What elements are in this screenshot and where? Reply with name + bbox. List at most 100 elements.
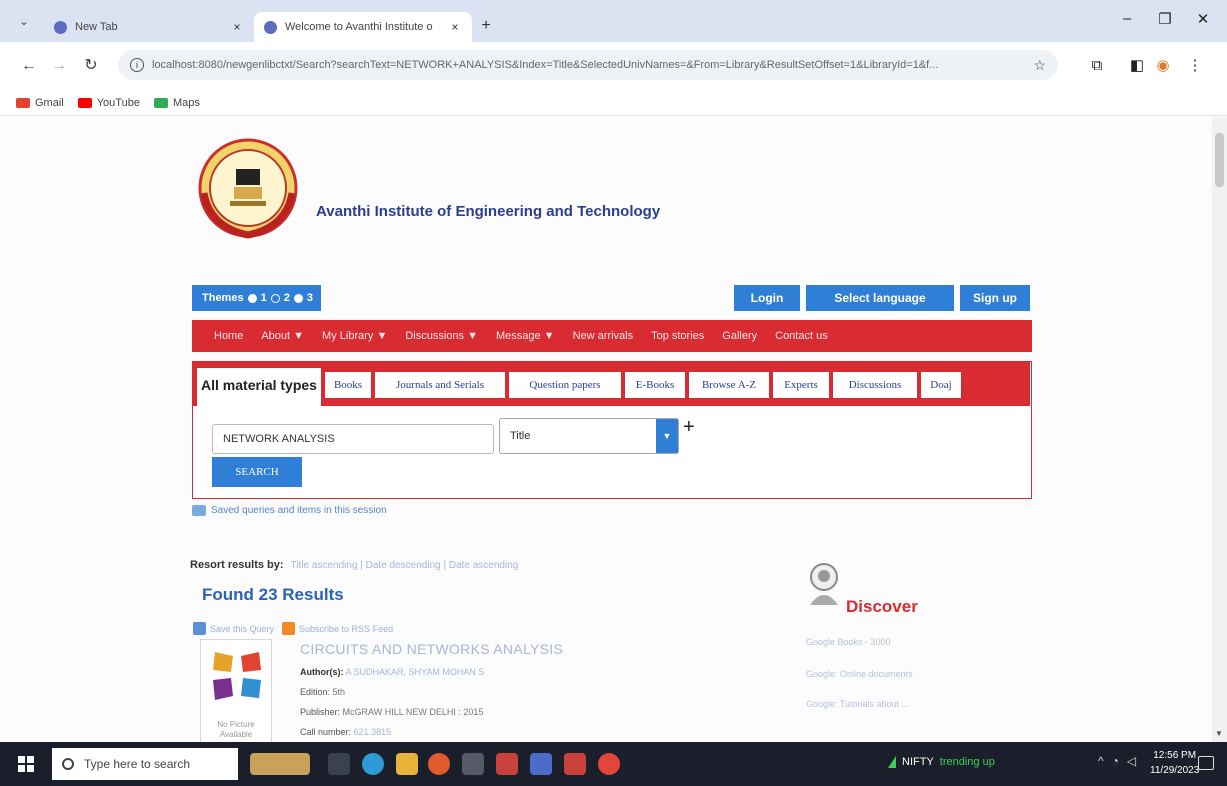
tab-question-papers[interactable]: Question papers — [509, 372, 621, 398]
firefox-icon[interactable] — [428, 753, 450, 775]
maps-icon — [153, 97, 168, 108]
index-select[interactable]: Title ▼ — [499, 418, 679, 454]
nifty-label: NIFTY — [902, 756, 934, 768]
nav-discussions[interactable]: Discussions ▼ — [405, 330, 478, 342]
theme-option-label: 3 — [306, 292, 313, 304]
discover-link[interactable]: Google: Online documents — [806, 669, 913, 679]
themes-switcher[interactable]: Themes 1 2 3 — [192, 285, 321, 311]
speaker-icon[interactable]: ◁ — [1127, 754, 1136, 768]
subscribe-rss-link[interactable]: Subscribe to RSS Feed — [299, 624, 393, 634]
resort-options[interactable]: Title ascending | Date descending | Date… — [291, 560, 519, 571]
minimize-button[interactable]: – — [1112, 10, 1142, 27]
windows-start-icon[interactable] — [18, 756, 34, 772]
close-tab-icon[interactable]: × — [230, 20, 244, 34]
java-app-icon-2[interactable] — [564, 753, 586, 775]
tab-journals-serials[interactable]: Journals and Serials — [375, 372, 505, 398]
chevron-up-icon[interactable]: ^ — [1098, 754, 1104, 768]
nav-top-stories[interactable]: Top stories — [651, 330, 704, 342]
discover-link[interactable]: Google Books - 3000 — [806, 637, 891, 647]
result-publisher: Publisher: McGRAW HILL NEW DELHI : 2015 — [300, 707, 483, 717]
nav-home[interactable]: Home — [214, 330, 243, 342]
address-bar[interactable]: i localhost:8080/newgenlibctxt/Search?se… — [118, 50, 1058, 80]
rss-icon[interactable] — [282, 622, 296, 635]
author-value[interactable]: A SUDHAKAR, SHYAM MOHAN S — [346, 667, 485, 677]
save-query-link[interactable]: Save this Query — [210, 624, 274, 634]
network-icon[interactable]: ◔ — [1112, 754, 1119, 768]
close-window-button[interactable]: ✕ — [1188, 10, 1218, 28]
browser-toolbar: ← → ↻ i localhost:8080/newgenlibctxt/Sea… — [0, 42, 1227, 90]
profile-avatar-icon[interactable]: ◉ — [1152, 55, 1174, 77]
close-tab-icon[interactable]: × — [448, 20, 462, 34]
index-select-value: Title — [510, 430, 531, 442]
new-tab-button[interactable]: + — [476, 16, 496, 36]
tab-doaj[interactable]: Doaj — [921, 372, 961, 398]
scroll-down-arrow-icon[interactable]: ▼ — [1215, 729, 1223, 738]
chevron-down-icon[interactable]: ▼ — [656, 419, 678, 453]
task-view-icon[interactable] — [328, 753, 350, 775]
web-page: Avanthi Institute of Engineering and Tec… — [0, 117, 1212, 742]
sidebar-icon[interactable]: ◧ — [1126, 55, 1148, 77]
nav-my-library[interactable]: My Library ▼ — [322, 330, 387, 342]
search-input[interactable]: NETWORK ANALYSIS — [212, 424, 494, 454]
edge-browser-icon[interactable] — [362, 753, 384, 775]
bookmark-maps[interactable]: Maps — [153, 96, 200, 109]
file-explorer-icon[interactable] — [396, 753, 418, 775]
app-icon[interactable] — [530, 753, 552, 775]
bookmark-gmail[interactable]: Gmail — [16, 97, 64, 109]
tab-browse-a-z[interactable]: Browse A-Z — [689, 372, 769, 398]
forward-button[interactable]: → — [48, 55, 70, 77]
nav-gallery[interactable]: Gallery — [722, 330, 757, 342]
bookmark-star-icon[interactable]: ☆ — [1033, 57, 1046, 74]
discover-link[interactable]: Google: Tutorials about ... — [806, 699, 909, 709]
bookmark-youtube[interactable]: YouTube — [77, 97, 140, 109]
scrollbar-thumb[interactable] — [1215, 133, 1224, 187]
restore-button[interactable]: ❐ — [1150, 10, 1180, 28]
tab-all-material-types[interactable]: All material types — [197, 368, 321, 406]
nav-about[interactable]: About ▼ — [261, 330, 304, 342]
saved-queries-link[interactable]: Saved queries and items in this session — [192, 505, 387, 516]
search-icon — [62, 758, 74, 770]
chrome-icon[interactable] — [598, 753, 620, 775]
bookmark-label: Gmail — [35, 96, 64, 109]
add-search-row-button[interactable]: + — [683, 416, 695, 439]
nav-message[interactable]: Message ▼ — [496, 330, 555, 342]
tab-discussions[interactable]: Discussions — [833, 372, 917, 398]
java-app-icon[interactable] — [496, 753, 518, 775]
taskbar-widget-icon[interactable] — [250, 753, 310, 775]
reload-button[interactable]: ↻ — [80, 55, 102, 77]
site-info-icon[interactable]: i — [130, 58, 144, 72]
theme-radio-1[interactable] — [247, 293, 257, 303]
tab-search-dropdown-icon[interactable]: ⌄ — [14, 13, 34, 31]
signup-button[interactable]: Sign up — [960, 285, 1030, 311]
notification-icon[interactable] — [1198, 756, 1214, 770]
browser-menu-icon[interactable]: ⋮ — [1184, 55, 1206, 77]
taskbar-search-box[interactable]: Type here to search — [52, 748, 238, 780]
bookmark-label: Maps — [172, 96, 200, 109]
nifty-ticker[interactable]: NIFTY trending up — [888, 756, 995, 768]
browser-tab-strip: ⌄ New Tab × Welcome to Avanthi Institute… — [0, 0, 1227, 42]
nav-contact-us[interactable]: Contact us — [775, 330, 828, 342]
tab-ebooks[interactable]: E-Books — [625, 372, 685, 398]
browser-tab-active[interactable]: Welcome to Avanthi Institute o × — [254, 12, 472, 42]
tab-books[interactable]: Books — [325, 372, 371, 398]
search-button[interactable]: SEARCH — [212, 457, 302, 487]
taskbar-clock[interactable]: 12:56 PM 11/29/2023 — [1150, 748, 1199, 778]
result-edition: Edition: 5th — [300, 687, 345, 697]
no-picture-thumbnail[interactable]: No Picture Available — [200, 639, 272, 742]
page-scrollbar[interactable]: ▼ — [1212, 117, 1227, 742]
save-icon[interactable] — [193, 622, 206, 635]
theme-radio-3[interactable] — [293, 293, 303, 303]
taskbar-search-placeholder: Type here to search — [84, 757, 191, 771]
extension-puzzle-icon[interactable]: ⧉ — [1086, 55, 1108, 77]
nifty-status: trending up — [939, 756, 995, 768]
nav-new-arrivals[interactable]: New arrivals — [573, 330, 634, 342]
result-title-link[interactable]: CIRCUITS AND NETWORKS ANALYSIS — [300, 641, 563, 657]
publisher-label: Publisher: — [300, 707, 341, 717]
tab-experts[interactable]: Experts — [773, 372, 829, 398]
terminal-icon[interactable] — [462, 753, 484, 775]
select-language-button[interactable]: Select language — [806, 285, 954, 311]
browser-tab-newtab[interactable]: New Tab × — [44, 12, 254, 42]
theme-radio-2[interactable] — [270, 293, 280, 303]
login-button[interactable]: Login — [734, 285, 800, 311]
back-button[interactable]: ← — [18, 55, 40, 77]
